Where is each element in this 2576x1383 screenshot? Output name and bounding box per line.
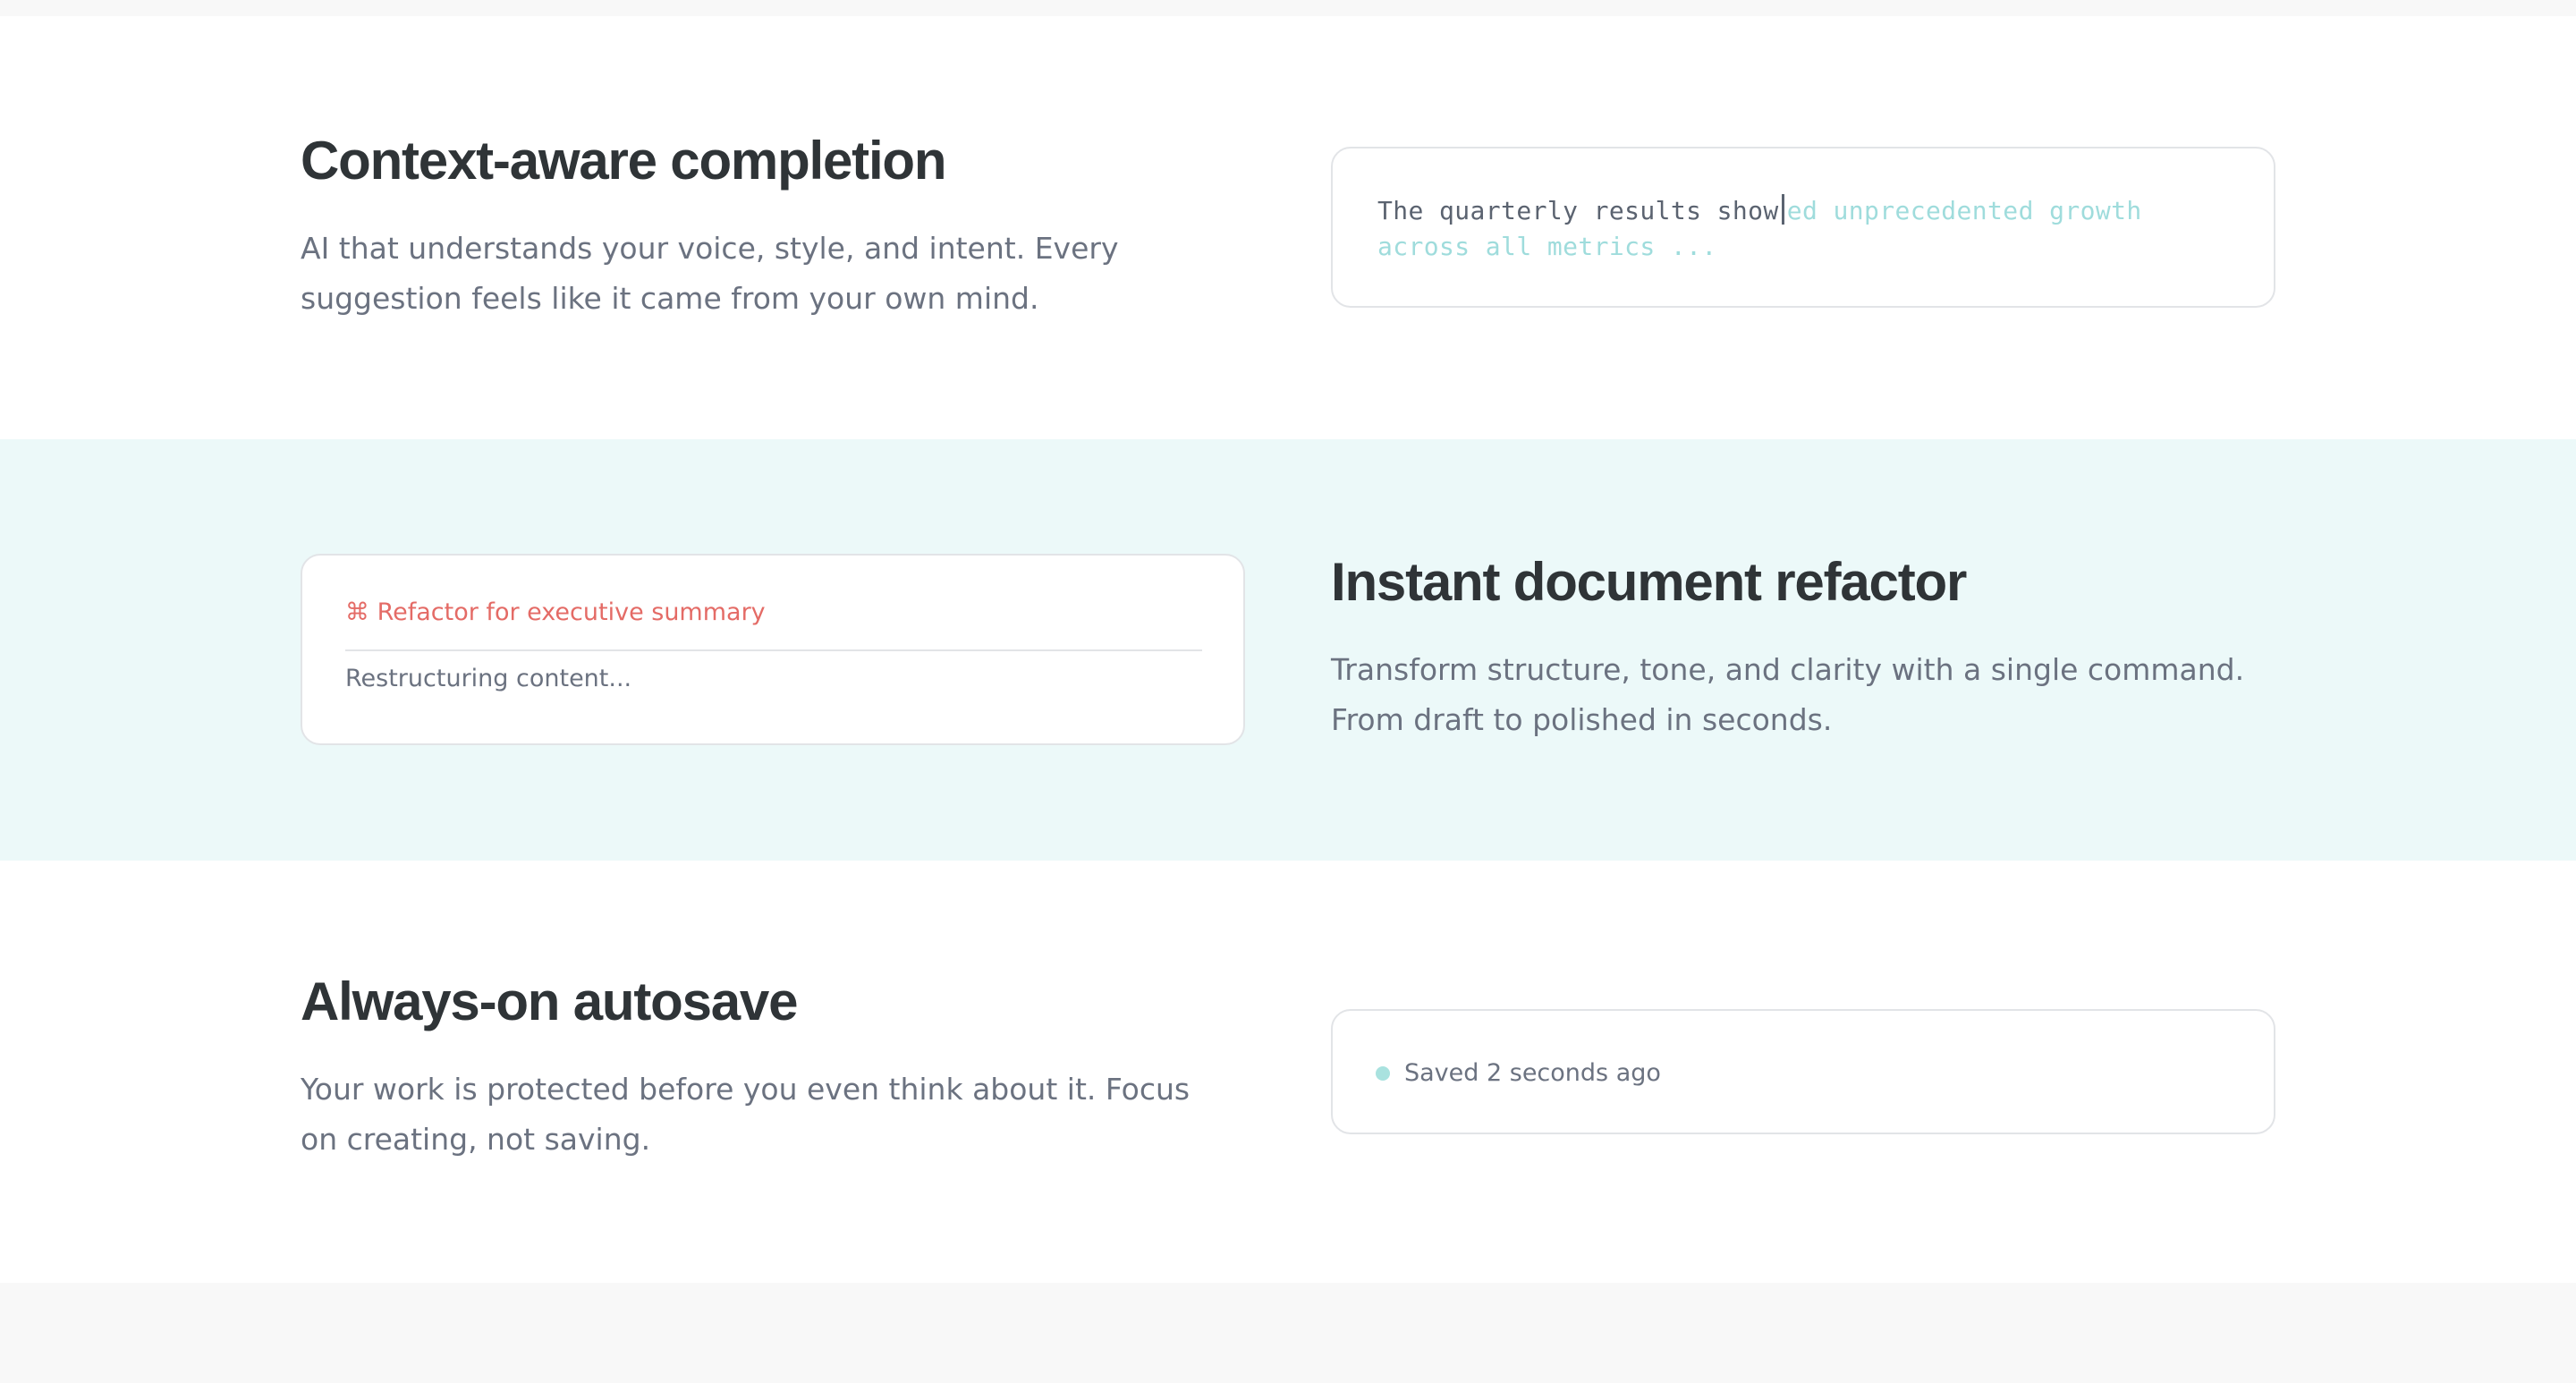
refactor-divider [345, 649, 1202, 651]
feature-title-autosave: Always-on autosave [301, 971, 798, 1031]
feature-title-completion: Context-aware completion [301, 131, 947, 191]
completion-demo-card: The quarterly results show ed unprecedent… [1331, 147, 2275, 308]
feature-section-autosave: Always-on autosave Your work is protecte… [0, 861, 2576, 1283]
feature-description-completion: AI that understands your voice, style, a… [301, 231, 1119, 316]
refactor-command-label: Refactor for executive summary [377, 598, 766, 626]
text-cursor [1781, 194, 1784, 225]
refactor-demo-card: ⌘ Refactor for executive summary Restruc… [301, 554, 1245, 745]
refactor-command: ⌘ Refactor for executive summary [345, 597, 766, 629]
page-top-strip [0, 0, 2576, 16]
feature-description-autosave: Your work is protected before you even t… [301, 1072, 1191, 1157]
page-bottom-strip [0, 1283, 2576, 1383]
command-key-icon: ⌘ [345, 598, 369, 626]
completion-typed-text: The quarterly results show [1377, 196, 1779, 225]
refactor-status-text: Restructuring content... [345, 665, 632, 692]
autosave-status-text: Saved 2 seconds ago [1404, 1059, 1661, 1087]
saved-status-dot-icon [1376, 1066, 1390, 1081]
feature-title-refactor: Instant document refactor [1331, 552, 1967, 612]
completion-editor-text: The quarterly results show ed unprecedent… [1377, 193, 2218, 265]
feature-section-refactor: ⌘ Refactor for executive summary Restruc… [0, 439, 2576, 861]
autosave-demo-card: Saved 2 seconds ago [1331, 1009, 2275, 1134]
feature-description-refactor: Transform structure, tone, and clarity w… [1331, 652, 2245, 737]
feature-section-completion: Context-aware completion AI that underst… [0, 16, 2576, 439]
